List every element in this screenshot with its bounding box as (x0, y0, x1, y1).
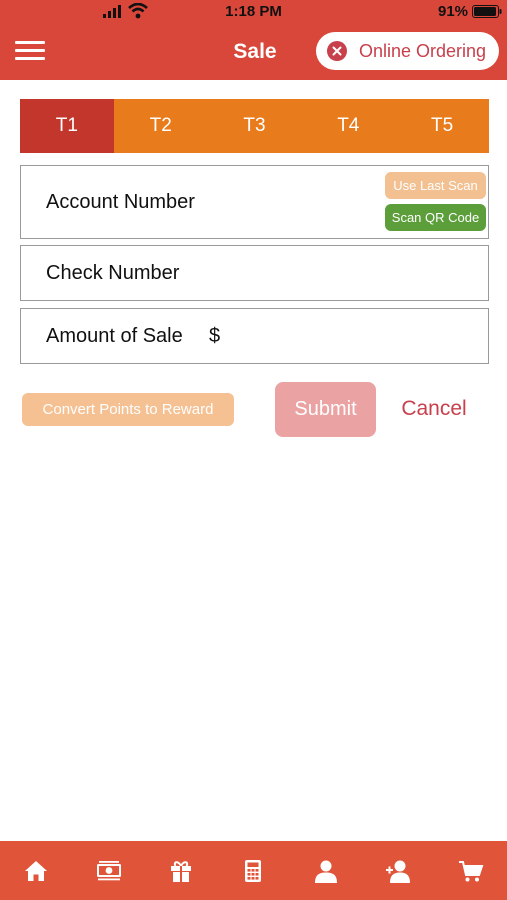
nav-money[interactable] (72, 841, 144, 900)
check-number-label: Check Number (46, 262, 180, 284)
close-circle-icon[interactable] (327, 41, 347, 61)
battery-icon (472, 5, 502, 18)
amount-of-sale-label: Amount of Sale (46, 325, 183, 347)
nav-add-user[interactable] (362, 841, 434, 900)
online-ordering-label: Online Ordering (359, 41, 487, 61)
tab-t2[interactable]: T2 (114, 99, 208, 153)
check-number-field[interactable]: Check Number (20, 245, 489, 301)
tab-t1[interactable]: T1 (20, 99, 114, 153)
account-number-field[interactable]: Account Number Use Last Scan Scan QR Cod… (20, 165, 489, 239)
nav-user[interactable] (290, 841, 362, 900)
nav-gift[interactable] (145, 841, 217, 900)
nav-home[interactable] (0, 841, 72, 900)
currency-symbol: $ (209, 325, 221, 347)
add-user-icon (386, 860, 411, 883)
convert-points-button[interactable]: Convert Points to Reward (22, 393, 234, 426)
cart-icon (458, 860, 484, 881)
tab-t4[interactable]: T4 (301, 99, 395, 153)
bottom-nav (0, 841, 507, 900)
gift-icon (171, 860, 192, 882)
cancel-button[interactable]: Cancel (393, 397, 475, 421)
status-bar: 1:18 PM 91% (0, 0, 507, 24)
status-time: 1:18 PM (225, 3, 282, 20)
money-icon (96, 860, 121, 880)
amount-of-sale-field[interactable]: Amount of Sale $ (20, 308, 489, 364)
calculator-icon (245, 859, 262, 882)
hamburger-icon[interactable] (15, 41, 45, 61)
page-title: Sale (233, 40, 277, 63)
use-last-scan-button[interactable]: Use Last Scan (385, 172, 486, 199)
terminal-tabs: T1 T2 T3 T4 T5 (20, 99, 489, 153)
battery-percent: 91% (438, 3, 469, 20)
home-icon (25, 860, 48, 881)
online-ordering-button[interactable]: Online Ordering (316, 32, 499, 70)
account-number-label: Account Number (46, 191, 195, 213)
tab-t5[interactable]: T5 (395, 99, 489, 153)
user-icon (314, 860, 337, 883)
nav-cart[interactable] (435, 841, 507, 900)
nav-calculator[interactable] (217, 841, 289, 900)
tab-t3[interactable]: T3 (208, 99, 302, 153)
header-bar: 1:18 PM 91% Sale Online Ordering (0, 0, 507, 80)
scan-qr-code-button[interactable]: Scan QR Code (385, 204, 486, 231)
submit-button[interactable]: Submit (275, 382, 376, 437)
